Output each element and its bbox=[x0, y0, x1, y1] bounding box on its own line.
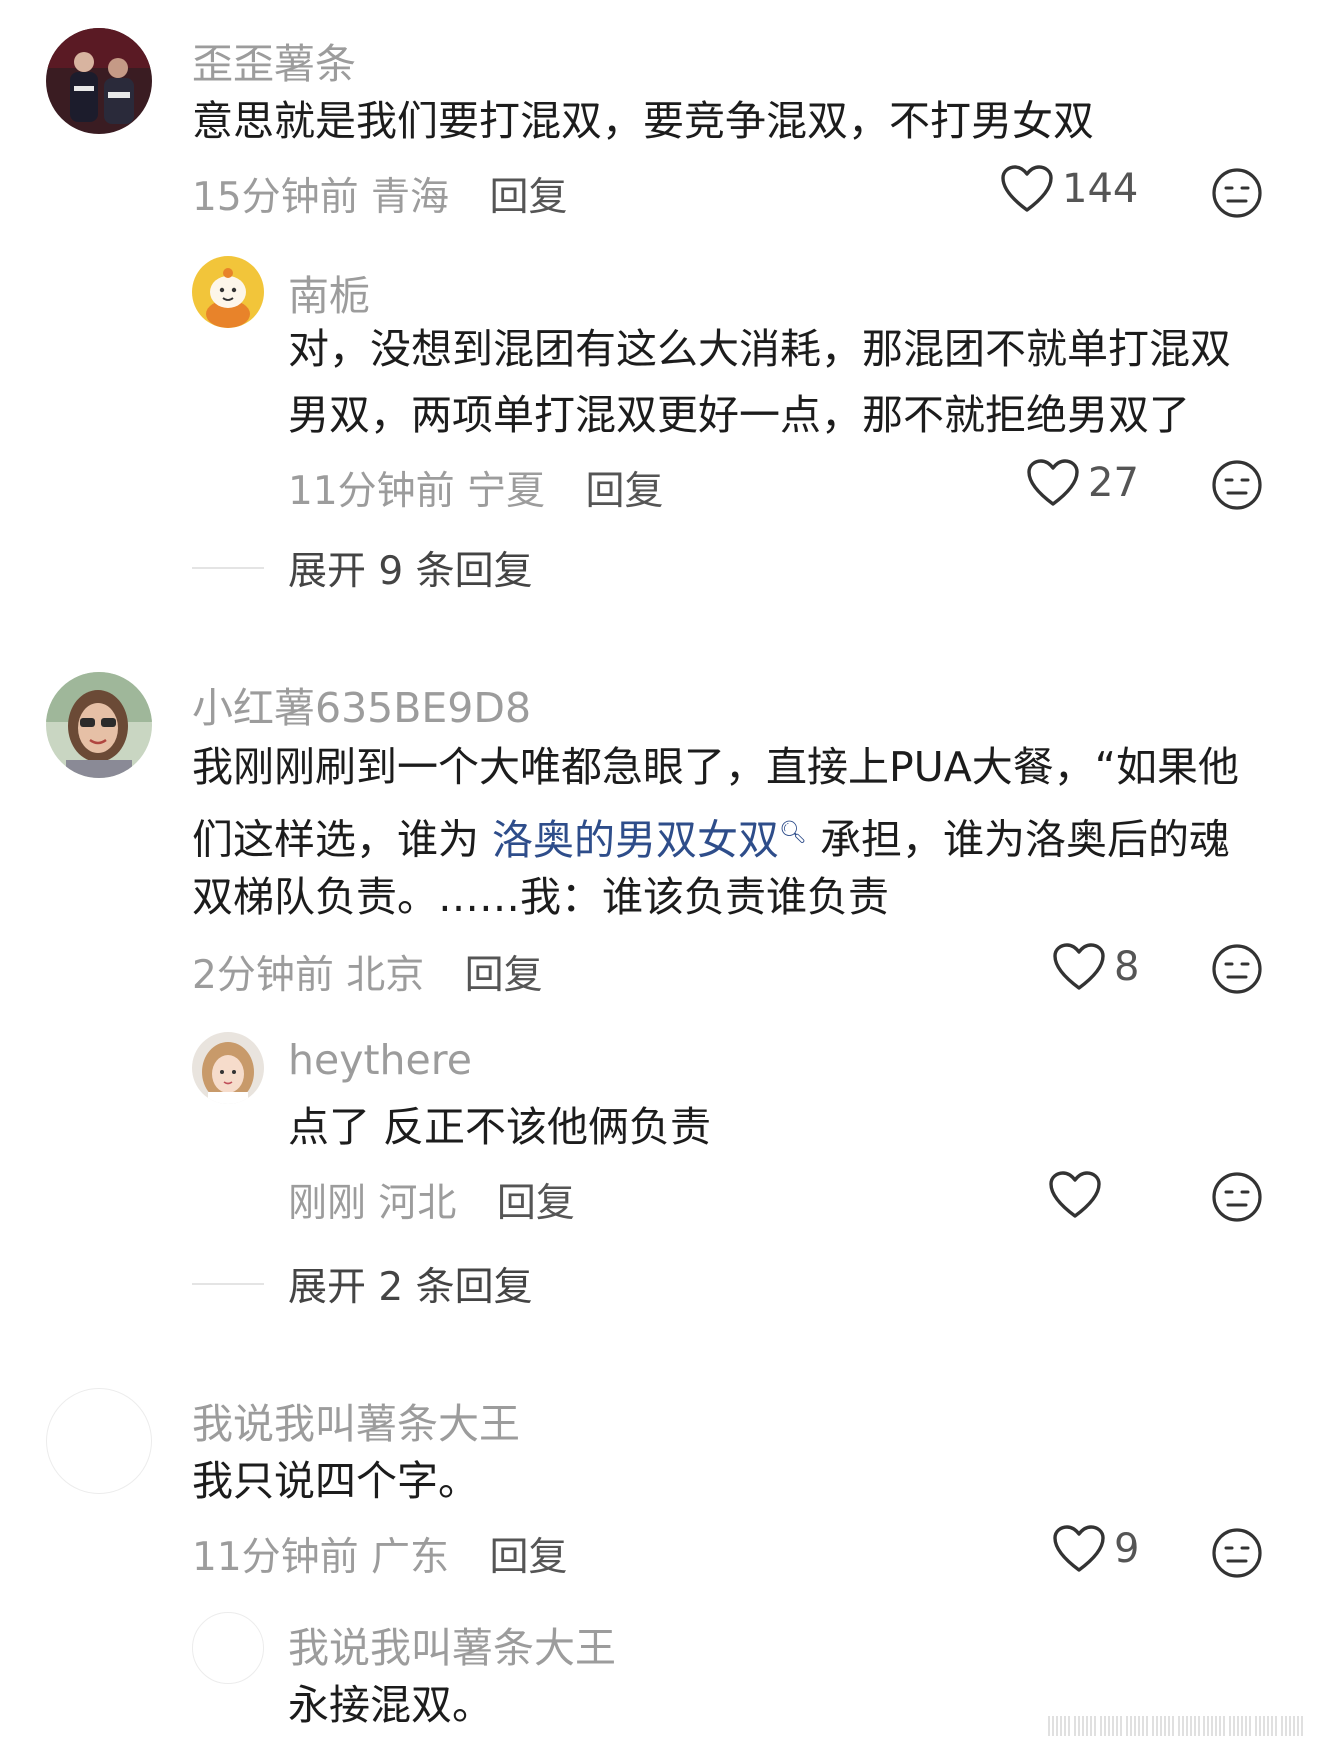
reply-meta: 刚刚 河北 回复 bbox=[288, 1172, 575, 1228]
search-link[interactable]: 洛奥的男双女双🔍︎ bbox=[492, 816, 807, 864]
avatar[interactable] bbox=[46, 28, 152, 134]
comment-location: 青海 bbox=[371, 175, 450, 220]
reply-location: 河北 bbox=[378, 1181, 457, 1226]
like-button[interactable] bbox=[1048, 1170, 1110, 1220]
reply-location: 宁夏 bbox=[467, 469, 546, 514]
avatar[interactable] bbox=[46, 672, 152, 778]
like-button[interactable]: 8 bbox=[1052, 942, 1139, 992]
reply-text: 男双，两项单打混双更好一点，那不就拒绝男双了 bbox=[288, 391, 1190, 439]
divider bbox=[192, 1283, 264, 1285]
reply-button[interactable]: 回复 bbox=[489, 1535, 567, 1580]
search-link-label: 洛奥的男双女双 bbox=[492, 815, 780, 864]
heart-outline-icon bbox=[1053, 943, 1105, 990]
reply-username[interactable]: 南栀 bbox=[288, 262, 370, 322]
heart-outline-icon bbox=[1049, 1171, 1101, 1218]
comment-username[interactable]: 歪歪薯条 bbox=[192, 30, 356, 90]
avatar[interactable] bbox=[46, 1388, 152, 1494]
expand-replies-button[interactable]: 展开 9 条回复 bbox=[192, 540, 533, 596]
watermark bbox=[1048, 1716, 1305, 1736]
like-button[interactable]: 144 bbox=[1000, 164, 1138, 214]
comment-time: 11分钟前 bbox=[192, 1535, 359, 1580]
like-button[interactable]: 9 bbox=[1052, 1524, 1139, 1574]
reply-meta: 11分钟前 宁夏 回复 bbox=[288, 460, 663, 516]
meh-face-icon[interactable] bbox=[1210, 1170, 1264, 1224]
comment-text-segment: 们这样选，谁为 bbox=[192, 815, 479, 864]
meh-face-icon[interactable] bbox=[1210, 166, 1264, 220]
comment-text-segment: 承担，谁为洛奥后的魂 bbox=[820, 815, 1231, 864]
heart-outline-icon bbox=[1027, 459, 1079, 506]
reply-text: 对，没想到混团有这么大消耗，那混团不就单打混双 bbox=[288, 325, 1231, 373]
comment-text: 们这样选，谁为 洛奥的男双女双🔍︎ 承担，谁为洛奥后的魂 bbox=[192, 800, 1230, 873]
heart-outline-icon bbox=[1053, 1525, 1105, 1572]
meh-face-icon[interactable] bbox=[1210, 942, 1264, 996]
comment-username[interactable]: 我说我叫薯条大王 bbox=[192, 1390, 520, 1450]
comment-location: 北京 bbox=[346, 953, 425, 998]
reply-text: 永接混双。 bbox=[288, 1681, 493, 1729]
expand-replies-label: 展开 9 条回复 bbox=[288, 549, 533, 594]
search-icon: 🔍︎ bbox=[779, 820, 807, 845]
comment-meta: 11分钟前 广东 回复 bbox=[192, 1526, 567, 1582]
avatar[interactable] bbox=[192, 1612, 264, 1684]
comment-meta: 2分钟前 北京 回复 bbox=[192, 944, 543, 1000]
reply-button[interactable]: 回复 bbox=[585, 469, 663, 514]
heart-outline-icon bbox=[1001, 165, 1053, 212]
reply-username[interactable]: 我说我叫薯条大王 bbox=[288, 1614, 616, 1674]
comment-time: 2分钟前 bbox=[192, 953, 334, 998]
avatar[interactable] bbox=[192, 256, 264, 328]
like-count: 8 bbox=[1114, 944, 1140, 990]
like-button[interactable]: 27 bbox=[1026, 458, 1139, 508]
meh-face-icon[interactable] bbox=[1210, 458, 1264, 512]
like-count: 9 bbox=[1114, 1526, 1140, 1572]
reply-text: 点了 反正不该他俩负责 bbox=[288, 1103, 712, 1151]
avatar[interactable] bbox=[192, 1032, 264, 1104]
reply-time: 刚刚 bbox=[288, 1181, 367, 1226]
comment-time: 15分钟前 bbox=[192, 175, 359, 220]
comment-username[interactable]: 小红薯635BE9D8 bbox=[192, 674, 531, 734]
reply-button[interactable]: 回复 bbox=[489, 175, 567, 220]
comment-text: 双梯队负责。……我：谁该负责谁负责 bbox=[192, 873, 889, 921]
meh-face-icon[interactable] bbox=[1210, 1526, 1264, 1580]
reply-button[interactable]: 回复 bbox=[465, 953, 543, 998]
expand-replies-button[interactable]: 展开 2 条回复 bbox=[192, 1256, 533, 1312]
reply-button[interactable]: 回复 bbox=[497, 1181, 575, 1226]
reply-time: 11分钟前 bbox=[288, 469, 455, 514]
comment-text: 我刚刚刷到一个大唯都急眼了，直接上PUA大餐，“如果他 bbox=[192, 743, 1240, 791]
comment-text: 意思就是我们要打混双，要竞争混双，不打男女双 bbox=[192, 97, 1094, 145]
like-count: 27 bbox=[1088, 460, 1139, 506]
comment-meta: 15分钟前 青海 回复 bbox=[192, 166, 567, 222]
expand-replies-label: 展开 2 条回复 bbox=[288, 1265, 533, 1310]
comment-text: 我只说四个字。 bbox=[192, 1457, 479, 1505]
reply-username[interactable]: heythere bbox=[288, 1036, 472, 1084]
like-count: 144 bbox=[1062, 166, 1139, 212]
comment-location: 广东 bbox=[371, 1535, 450, 1580]
divider bbox=[192, 567, 264, 569]
